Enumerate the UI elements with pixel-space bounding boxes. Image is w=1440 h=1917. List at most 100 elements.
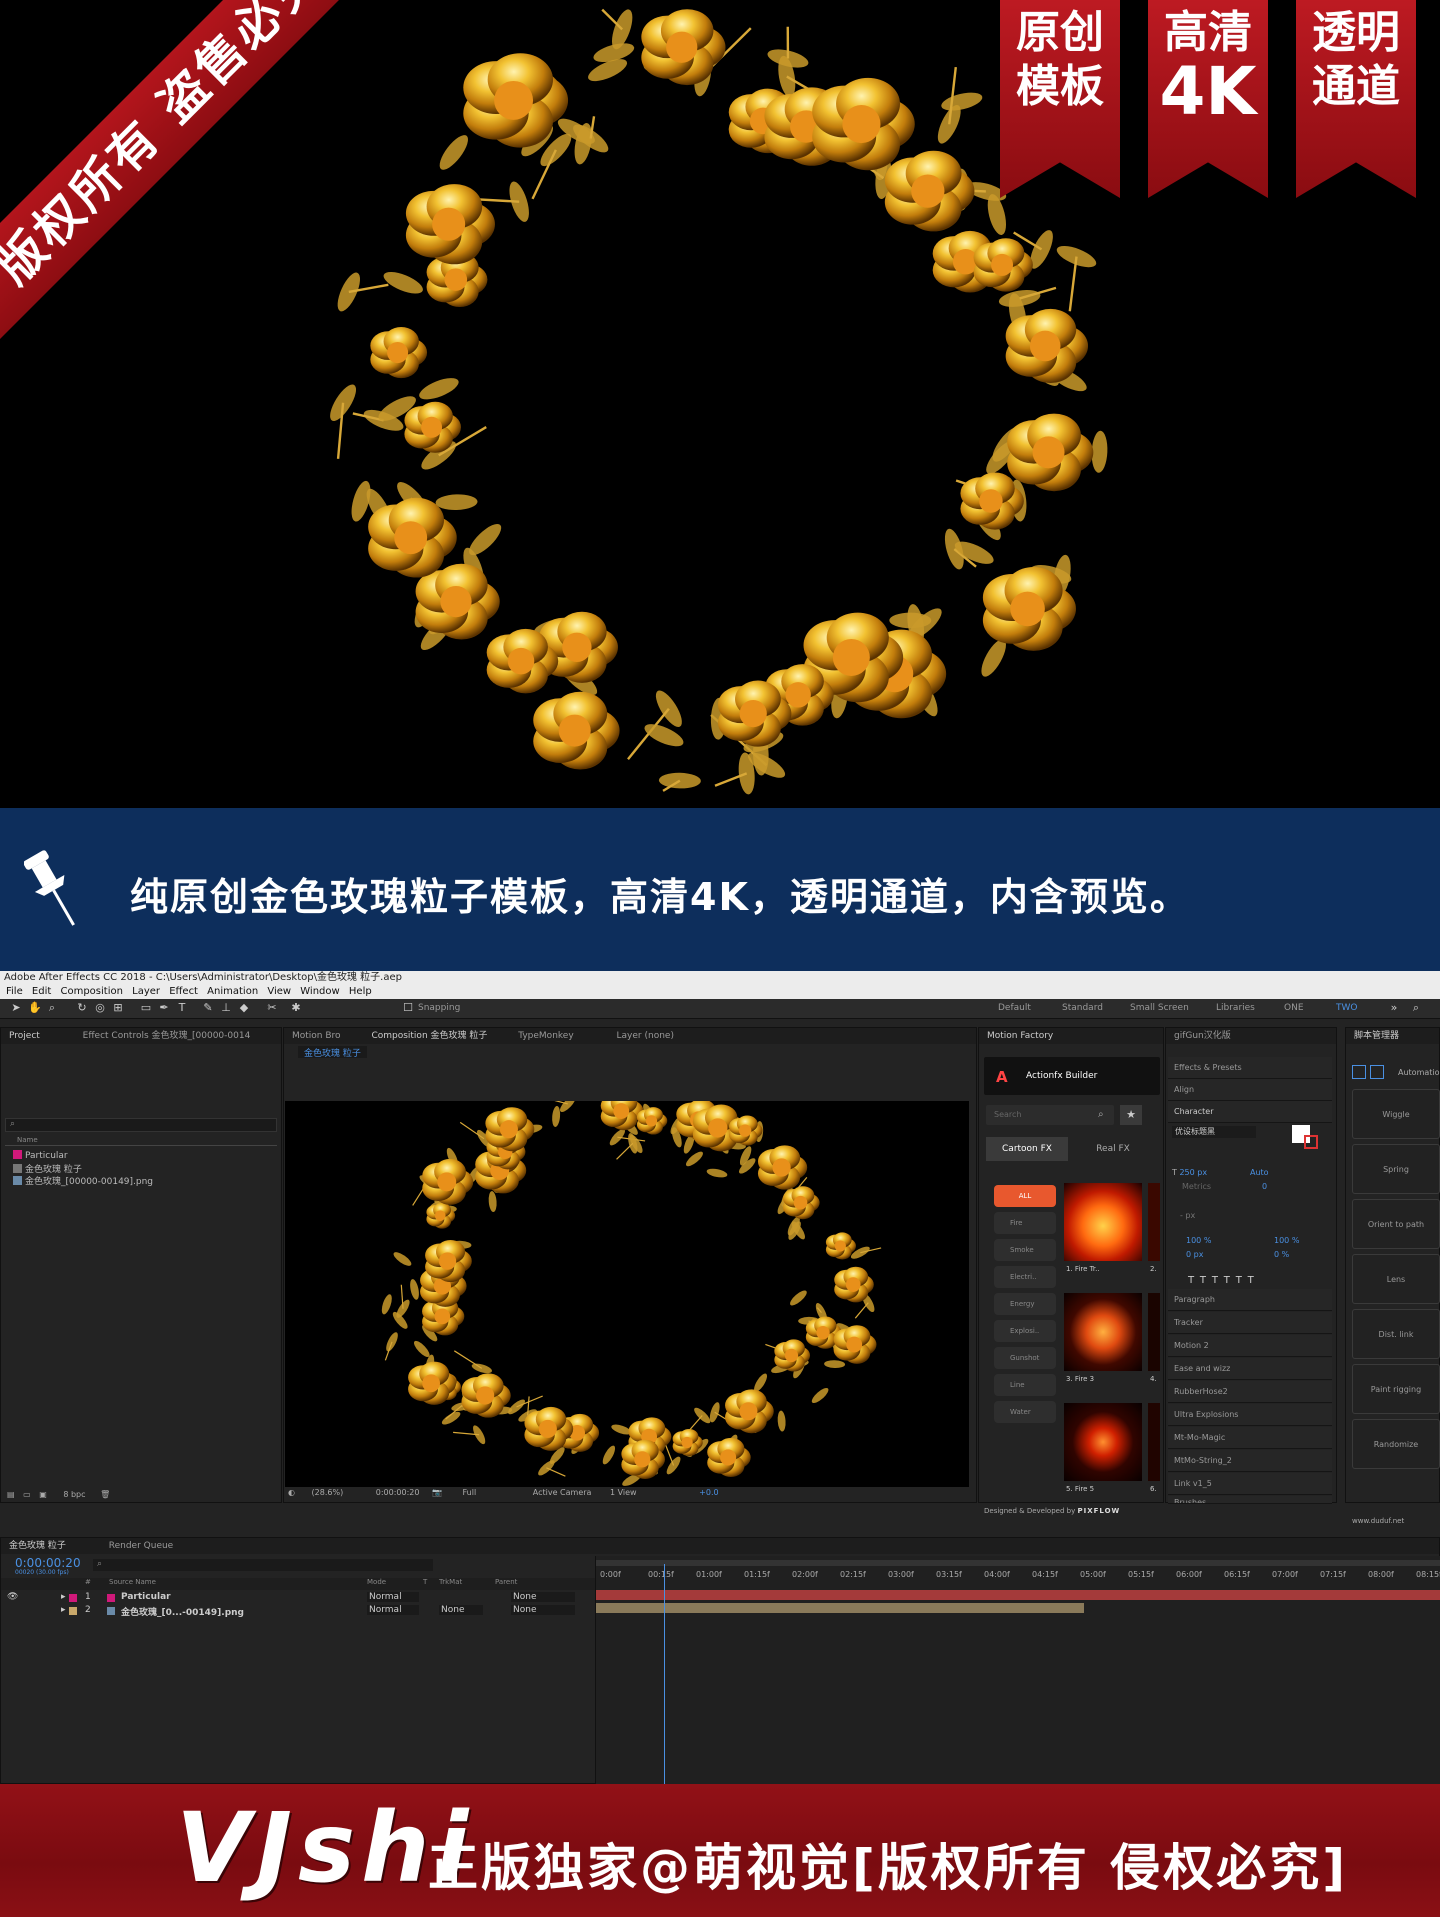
favorite-star-icon[interactable]: ★: [1120, 1105, 1142, 1125]
stroke-color-swatch[interactable]: [1304, 1135, 1318, 1149]
panel-mt-mo-magic[interactable]: Mt-Mo-Magic: [1168, 1427, 1332, 1449]
menu-edit[interactable]: Edit: [32, 986, 51, 997]
layer-parent-dropdown[interactable]: None: [511, 1592, 575, 1602]
font-family-dropdown[interactable]: 优设标题黑: [1172, 1126, 1256, 1138]
layer-label-color[interactable]: [69, 1594, 77, 1602]
panel-motion-2[interactable]: Motion 2: [1168, 1335, 1332, 1357]
resolution-dropdown[interactable]: Full: [463, 1488, 477, 1497]
tab-motion-bro[interactable]: Motion Bro: [292, 1031, 341, 1041]
brush-tool-icon[interactable]: ✎: [202, 1002, 214, 1014]
new-comp-icon[interactable]: ▣: [39, 1490, 47, 1499]
fx-thumb-partial[interactable]: [1148, 1293, 1160, 1371]
playhead-line[interactable]: [664, 1564, 665, 1785]
script-spring-button[interactable]: Spring: [1352, 1144, 1440, 1194]
fx-thumb-fire-5[interactable]: [1064, 1403, 1142, 1481]
fx-thumb-partial[interactable]: [1148, 1403, 1160, 1481]
script-wiggle-button[interactable]: Wiggle: [1352, 1089, 1440, 1139]
menu-effect[interactable]: Effect: [169, 986, 198, 997]
preview-toggle-icon[interactable]: ◐: [288, 1488, 295, 1497]
category-fire[interactable]: Fire: [994, 1212, 1056, 1234]
layer-parent-dropdown[interactable]: None: [511, 1605, 575, 1615]
panel-ultra-explosions[interactable]: Ultra Explosions: [1168, 1404, 1332, 1426]
zoom-tool-icon[interactable]: ⌕: [46, 1002, 58, 1014]
tab-cartoon-fx[interactable]: Cartoon FX: [986, 1137, 1068, 1161]
script-dist-link-button[interactable]: Dist. link: [1352, 1309, 1440, 1359]
menu-layer[interactable]: Layer: [132, 986, 160, 997]
rotate-tool-icon[interactable]: ↻: [76, 1002, 88, 1014]
stroke-width-field[interactable]: - px: [1180, 1211, 1195, 1220]
new-folder-icon[interactable]: ▭: [23, 1490, 31, 1499]
motion-factory-search-input[interactable]: Search: [986, 1105, 1114, 1125]
script-url[interactable]: www.duduf.net: [1352, 1517, 1404, 1525]
puppet-tool-icon[interactable]: ✱: [290, 1002, 302, 1014]
panel-mtmo-string[interactable]: MtMo-String_2: [1168, 1450, 1332, 1472]
menu-view[interactable]: View: [267, 986, 291, 997]
timeline-search-input[interactable]: ⌕: [93, 1559, 433, 1571]
zoom-dropdown[interactable]: (28.6%): [312, 1488, 344, 1497]
fx-thumb-partial[interactable]: [1148, 1183, 1160, 1261]
panel-tracker[interactable]: Tracker: [1168, 1312, 1332, 1334]
rectangle-tool-icon[interactable]: ▭: [140, 1002, 152, 1014]
camera-snapshot-icon[interactable]: 📷: [432, 1488, 442, 1497]
views-dropdown[interactable]: 1 View: [610, 1488, 637, 1497]
layout-toggle-icon[interactable]: [1352, 1065, 1366, 1079]
interpret-footage-icon[interactable]: ▤: [7, 1490, 15, 1499]
search-icon[interactable]: ⌕: [1098, 1109, 1104, 1120]
panel-brushes[interactable]: Brushes: [1168, 1496, 1332, 1504]
font-size-field[interactable]: T 250 px: [1172, 1168, 1207, 1177]
project-column-header[interactable]: Name: [5, 1136, 277, 1146]
roto-tool-icon[interactable]: ✂: [266, 1002, 278, 1014]
bpc-label[interactable]: 8 bpc: [63, 1490, 85, 1499]
vertical-scale-field[interactable]: 100 %: [1186, 1236, 1211, 1245]
tracking-field[interactable]: 0: [1262, 1182, 1267, 1191]
fx-thumb-fire-trail[interactable]: [1064, 1183, 1142, 1261]
script-paint-rigging-button[interactable]: Paint rigging: [1352, 1364, 1440, 1414]
work-area-bar[interactable]: [596, 1560, 1440, 1566]
workspace-one[interactable]: ONE: [1284, 1003, 1304, 1013]
comp-breadcrumb[interactable]: 金色玫瑰 粒子: [298, 1046, 367, 1059]
panel-align[interactable]: Align: [1168, 1079, 1332, 1101]
baseline-shift-field[interactable]: 0 px: [1186, 1250, 1203, 1259]
expand-triangle-icon[interactable]: ▸: [61, 1592, 66, 1602]
time-ruler[interactable]: 0:00f 00:15f 01:00f 01:15f 02:00f 02:15f 03:00…: [596, 1570, 1440, 1582]
project-item[interactable]: 金色玫瑰_[00000-00149].png: [13, 1174, 153, 1187]
panel-effects-presets[interactable]: Effects & Presets: [1168, 1057, 1332, 1079]
tab-real-fx[interactable]: Real FX: [1072, 1137, 1154, 1161]
timecode-display[interactable]: 0:00:00:20: [376, 1488, 420, 1497]
layer-label-color[interactable]: [69, 1607, 77, 1615]
project-search-input[interactable]: ⌕: [5, 1118, 277, 1132]
trash-icon[interactable]: 🗑: [100, 1490, 110, 1499]
category-energy[interactable]: Energy: [994, 1293, 1056, 1315]
category-explosion[interactable]: Explosi..: [994, 1320, 1056, 1342]
overflow-chevron-icon[interactable]: »: [1388, 1002, 1400, 1014]
selection-tool-icon[interactable]: ➤: [10, 1002, 22, 1014]
category-smoke[interactable]: Smoke: [994, 1239, 1056, 1261]
text-style-buttons[interactable]: TTTTTT: [1188, 1275, 1260, 1286]
search-help-icon[interactable]: ⌕: [1410, 1002, 1422, 1014]
category-all[interactable]: ALL: [994, 1185, 1056, 1207]
layer-bar-particular[interactable]: [596, 1590, 1440, 1600]
tab-effect-controls[interactable]: Effect Controls 金色玫瑰_[00000-0014: [83, 1031, 251, 1041]
clone-tool-icon[interactable]: ⊥: [220, 1002, 232, 1014]
menu-file[interactable]: File: [6, 986, 23, 997]
category-water[interactable]: Water: [994, 1401, 1056, 1423]
menu-help[interactable]: Help: [349, 986, 372, 997]
camera-dropdown[interactable]: Active Camera: [533, 1488, 592, 1497]
tab-typemonkey[interactable]: TypeMonkey: [518, 1031, 573, 1041]
project-item[interactable]: Particular: [13, 1150, 68, 1161]
tab-layer[interactable]: Layer (none): [617, 1031, 674, 1041]
menu-animation[interactable]: Animation: [207, 986, 258, 997]
layer-row[interactable]: 👁 ▸ 1 Particular Normal None: [1, 1592, 595, 1604]
layer-row[interactable]: ▸ 2 金色玫瑰_[0...-00149].png Normal None No…: [1, 1605, 595, 1618]
layer-trkmat-dropdown[interactable]: None: [439, 1605, 483, 1615]
leading-field[interactable]: Auto: [1250, 1168, 1269, 1177]
script-orient-button[interactable]: Orient to path: [1352, 1199, 1440, 1249]
tab-timeline-comp[interactable]: 金色玫瑰 粒子: [9, 1541, 66, 1551]
pan-behind-tool-icon[interactable]: ⊞: [112, 1002, 124, 1014]
tab-render-queue[interactable]: Render Queue: [109, 1541, 173, 1551]
script-lens-button[interactable]: Lens: [1352, 1254, 1440, 1304]
layer-mode-dropdown[interactable]: Normal: [367, 1592, 419, 1602]
pen-tool-icon[interactable]: ✒: [158, 1002, 170, 1014]
visibility-eye-icon[interactable]: 👁: [7, 1592, 18, 1602]
category-electric[interactable]: Electri..: [994, 1266, 1056, 1288]
